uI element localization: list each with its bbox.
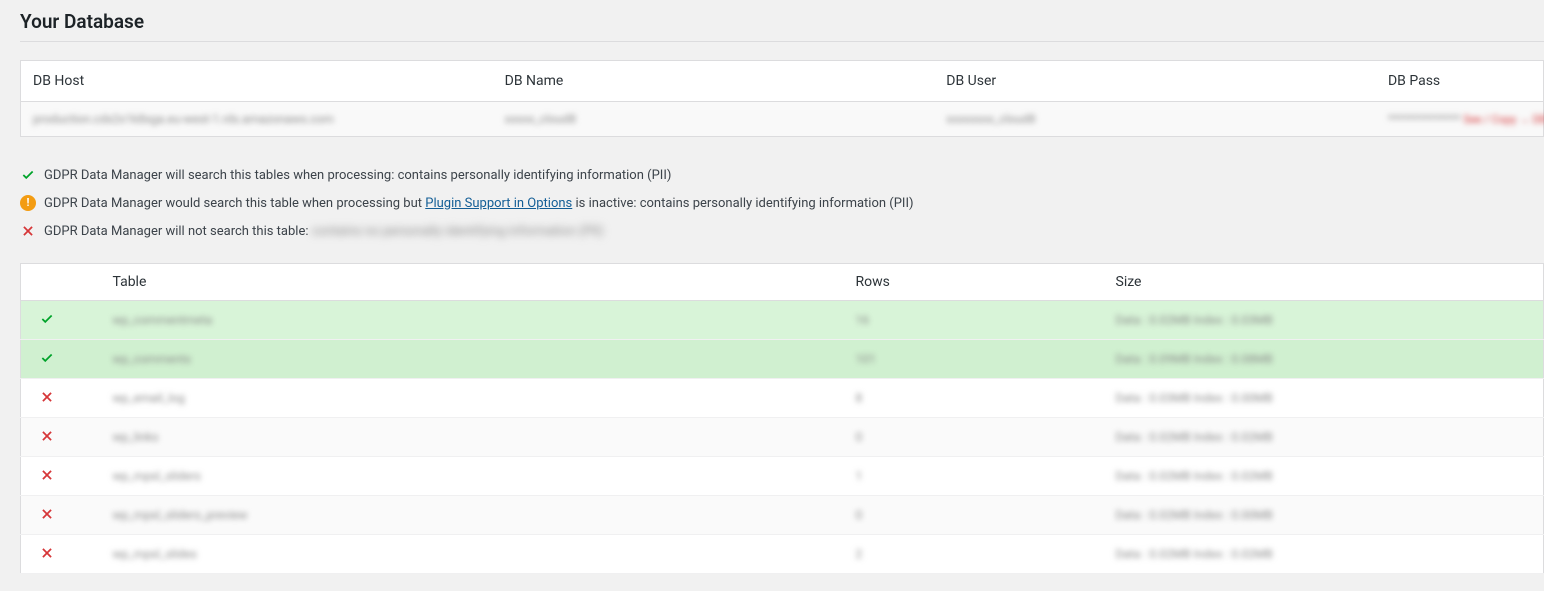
table-rows: 101 — [856, 352, 876, 366]
plugin-support-link[interactable]: Plugin Support in Options — [425, 196, 572, 211]
legend-ok: GDPR Data Manager will search this table… — [20, 161, 1544, 189]
legend-no-prefix: GDPR Data Manager will not search this t… — [44, 224, 312, 239]
legend-warn: ! GDPR Data Manager would search this ta… — [20, 189, 1544, 217]
divider — [20, 41, 1544, 42]
table-name: wp_links — [113, 430, 159, 444]
check-icon — [39, 311, 55, 327]
table-row: wp_links 0 Data : 0.02MB Index : 0.02MB — [21, 418, 1544, 457]
table-size: Data : 0.09MB Index : 0.08MB — [1116, 352, 1273, 366]
table-size: Data : 0.02MB Index : 0.03MB — [1116, 313, 1273, 327]
table-name: wp_mpsl_slides — [113, 547, 197, 561]
table-size: Data : 0.02MB Index : 0.02MB — [1116, 547, 1273, 561]
legend-no: GDPR Data Manager will not search this t… — [20, 217, 1544, 245]
legend-warn-prefix: GDPR Data Manager would search this tabl… — [44, 196, 425, 211]
check-icon — [39, 350, 55, 366]
col-header-status — [21, 264, 101, 301]
warning-icon: ! — [20, 195, 36, 211]
table-name: wp_mpsl_sliders_preview — [113, 508, 248, 522]
legend-no-blurred: contains no personally identifying infor… — [312, 224, 604, 239]
cross-icon — [39, 545, 55, 561]
table-rows: 16 — [856, 313, 870, 327]
dbuser-value: xxxxxxxx_cloud8 — [946, 112, 1035, 126]
table-rows: 0 — [856, 430, 863, 444]
page-title: Your Database — [20, 10, 1544, 33]
table-size: Data : 0.02MB Index : 0.02MB — [1116, 430, 1273, 444]
table-size: Data : 0.02MB Index : 0.02MB — [1116, 469, 1273, 483]
col-header-dbname: DB Name — [493, 61, 935, 102]
dbhost-value: production.cdx2x1k8xga.eu-west-1.rds.ama… — [33, 112, 334, 126]
dbpass-value: ************** — [1388, 112, 1460, 126]
check-icon — [20, 167, 36, 183]
table-name: wp_comments — [113, 352, 191, 366]
table-name: wp_mpsl_sliders — [113, 469, 201, 483]
dbname-value: xxxxx_cloud8 — [505, 112, 576, 126]
table-row: wp_mpsl_sliders_preview 0 Data : 0.02MB In… — [21, 496, 1544, 535]
cross-icon — [39, 428, 55, 444]
table-rows: 0 — [856, 508, 863, 522]
table-name: wp_commentmeta — [113, 313, 213, 327]
cross-icon — [20, 223, 36, 239]
table-row: wp_mpsl_slides 2 Data : 0.02MB Index : 0.0… — [21, 535, 1544, 574]
col-header-rows: Rows — [844, 264, 1104, 301]
col-header-size: Size — [1104, 264, 1544, 301]
cross-icon — [39, 506, 55, 522]
legend: GDPR Data Manager will search this table… — [20, 161, 1544, 245]
table-size: Data : 0.02MB Index : 0.00MB — [1116, 508, 1273, 522]
db-connection-table: DB Host DB Name DB User DB Pass producti… — [20, 60, 1544, 137]
cross-icon — [39, 389, 55, 405]
dbpass-reveal-link[interactable]: See / Copy → DB — [1463, 113, 1544, 126]
cross-icon — [39, 467, 55, 483]
db-connection-row: production.cdx2x1k8xga.eu-west-1.rds.ama… — [21, 102, 1544, 137]
col-header-dbpass: DB Pass — [1376, 61, 1544, 102]
table-rows: 8 — [856, 391, 863, 405]
col-header-dbhost: DB Host — [21, 61, 493, 102]
table-row: wp_comments 101 Data : 0.09MB Index : 0.08… — [21, 340, 1544, 379]
table-rows: 2 — [856, 547, 863, 561]
legend-warn-suffix: is inactive: contains personally identif… — [572, 196, 913, 211]
table-row: wp_email_log 8 Data : 0.03MB Index : 0.00M… — [21, 379, 1544, 418]
table-row: wp_commentmeta 16 Data : 0.02MB Index : 0.… — [21, 301, 1544, 340]
col-header-table: Table — [101, 264, 844, 301]
table-size: Data : 0.03MB Index : 0.00MB — [1116, 391, 1273, 405]
legend-ok-text: GDPR Data Manager will search this table… — [44, 168, 671, 183]
tables-list: Table Rows Size wp_commentmeta 16 Data : 0… — [20, 263, 1544, 574]
table-rows: 1 — [856, 469, 863, 483]
col-header-dbuser: DB User — [934, 61, 1376, 102]
table-row: wp_mpsl_sliders 1 Data : 0.02MB Index : 0.… — [21, 457, 1544, 496]
table-name: wp_email_log — [113, 391, 185, 405]
